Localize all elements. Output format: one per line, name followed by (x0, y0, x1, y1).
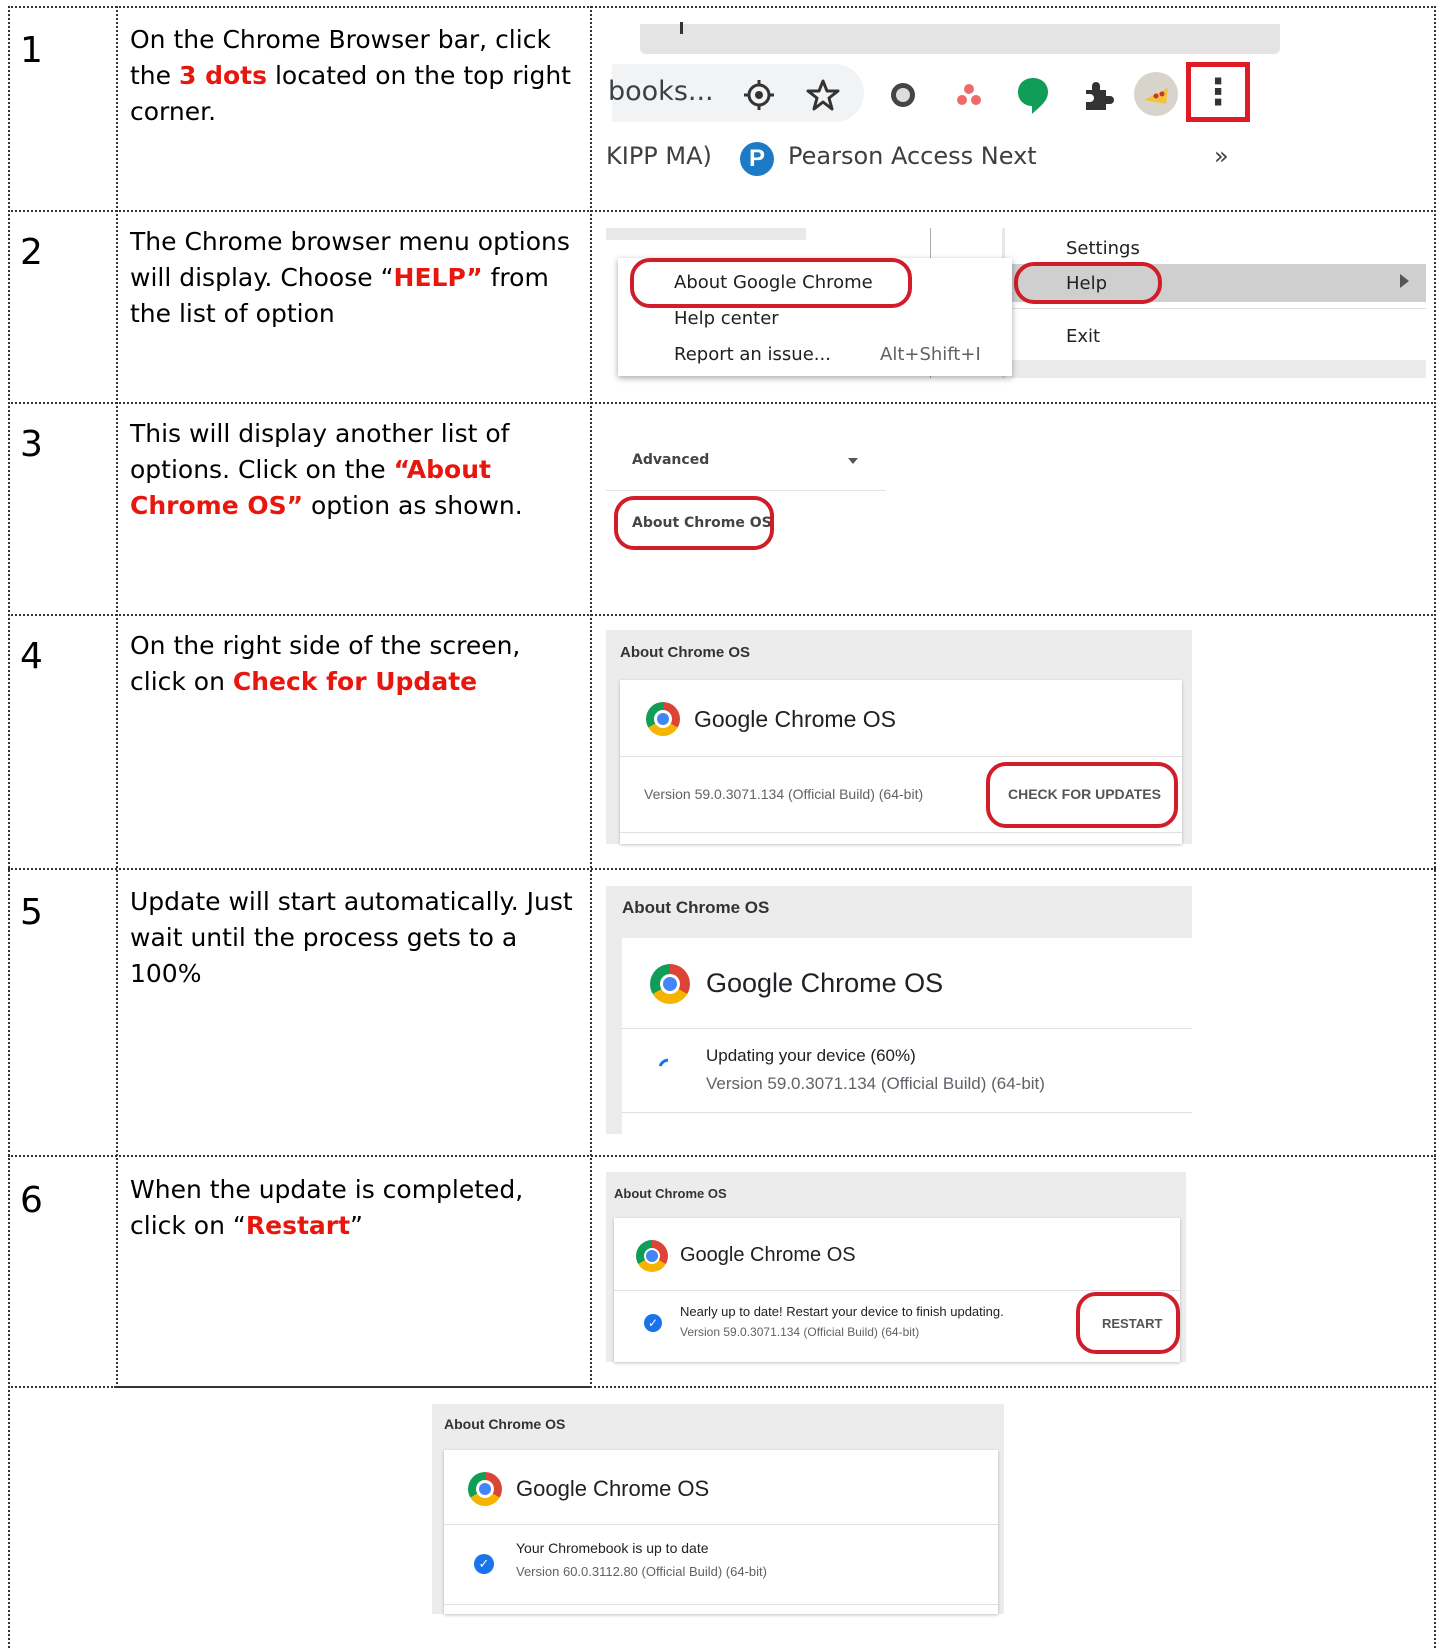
step-number: 2 (20, 232, 43, 273)
os-name: Google Chrome OS (516, 1476, 710, 1501)
pearson-icon: P (740, 142, 774, 176)
toolbar-edge (606, 228, 806, 240)
submenu-arrow-icon (1400, 274, 1409, 288)
menu-dots-icon[interactable]: ⋮ (1196, 70, 1240, 114)
highlight-check-for-updates (986, 762, 1178, 828)
step-instruction: Update will start automatically. Just wa… (130, 887, 573, 988)
sidebar-separator (606, 490, 886, 491)
column-divider (116, 6, 118, 1388)
card-separator (622, 1112, 1192, 1113)
step-number: 1 (20, 30, 43, 71)
chrome-logo-icon (646, 702, 680, 736)
extension-circle-icon[interactable] (888, 80, 918, 110)
os-name: Google Chrome OS (680, 1244, 856, 1266)
step-number: 3 (20, 424, 43, 465)
row-divider (8, 1386, 116, 1388)
step-number: 5 (20, 892, 43, 933)
card-separator (444, 1604, 998, 1605)
card-separator (444, 1524, 998, 1525)
os-name: Google Chrome OS (706, 968, 944, 998)
chrome-logo-icon (636, 1240, 668, 1272)
bookmark-kipp[interactable]: KIPP MA) (606, 142, 712, 170)
row-divider (590, 1386, 1436, 1388)
step-instruction: On the Chrome Browser bar, click the 3 d… (130, 25, 571, 126)
dropdown-arrow-icon (848, 458, 858, 464)
submenu-help-center[interactable]: Help center (674, 308, 779, 329)
instruction-document: 1 On the Chrome Browser bar, click the 3… (0, 0, 1452, 1648)
card-separator (622, 1028, 1192, 1029)
bookmark-star-icon[interactable] (806, 78, 840, 112)
check-icon: ✓ (474, 1554, 494, 1574)
about-card (444, 1450, 998, 1614)
step-number: 4 (20, 636, 43, 677)
chrome-logo-icon (468, 1472, 502, 1506)
version-text: Version 59.0.3071.134 (Official Build) (… (706, 1074, 1045, 1093)
row-divider (8, 614, 1436, 616)
step-instruction: On the right side of the screen, click o… (130, 631, 521, 696)
shortcut-label: Alt+Shift+I (880, 344, 981, 365)
submenu-report-issue[interactable]: Report an issue... (674, 344, 831, 365)
about-panel-title: About Chrome OS (444, 1416, 566, 1432)
row-divider (8, 402, 1436, 404)
asana-icon[interactable] (954, 80, 984, 110)
highlight-restart (1076, 1292, 1180, 1354)
step-instruction: The Chrome browser menu options will dis… (130, 227, 570, 328)
updating-spinner-icon (658, 1058, 669, 1067)
address-text: books... (608, 76, 714, 107)
about-panel-title: About Chrome OS (622, 898, 770, 917)
chrome-logo-icon (650, 964, 690, 1004)
highlight-help (1014, 262, 1162, 304)
bookmark-pearson[interactable]: Pearson Access Next (788, 142, 1037, 170)
row-divider (8, 1155, 1436, 1157)
card-separator (620, 756, 1182, 757)
about-panel-title: About Chrome OS (614, 1186, 727, 1201)
more-bookmarks-icon[interactable]: » (1214, 142, 1229, 170)
version-text: Version 59.0.3071.134 (Official Build) (… (644, 786, 924, 802)
os-name: Google Chrome OS (694, 706, 896, 732)
highlight-about-google-chrome (630, 258, 912, 308)
check-icon: ✓ (644, 1314, 662, 1332)
highlight-about-chrome-os (614, 496, 774, 550)
address-bar-cursor (680, 22, 683, 34)
update-status: Updating your device (60%) (706, 1046, 916, 1065)
step-instruction: When the update is completed, click on “… (130, 1175, 524, 1240)
menu-bottom (1010, 360, 1426, 378)
table-border-right (1434, 6, 1436, 1648)
row-divider (8, 868, 1436, 870)
menu-item-settings[interactable]: Settings (1066, 238, 1140, 259)
advanced-section[interactable]: Advanced (632, 452, 709, 468)
table-border-left (8, 6, 10, 1648)
menu-separator (1010, 308, 1426, 309)
step-number: 6 (20, 1180, 43, 1221)
version-text: Version 59.0.3071.134 (Official Build) (… (680, 1325, 920, 1339)
column-divider (590, 6, 592, 1388)
card-separator (620, 832, 1182, 833)
table-border-top (8, 6, 1436, 8)
row-divider (116, 1386, 590, 1388)
version-text: Version 60.0.3112.80 (Official Build) (6… (516, 1564, 767, 1579)
extensions-puzzle-icon[interactable] (1080, 78, 1114, 112)
row-divider (8, 210, 1436, 212)
hangouts-icon[interactable] (1016, 76, 1050, 116)
update-status: Nearly up to date! Restart your device t… (680, 1304, 1004, 1319)
menu-item-exit[interactable]: Exit (1066, 326, 1100, 347)
location-icon[interactable] (742, 78, 776, 112)
about-panel-title: About Chrome OS (620, 644, 750, 661)
step-instruction: This will display another list of option… (130, 419, 523, 520)
address-bar-edge (640, 24, 1280, 54)
card-separator (614, 1290, 1180, 1291)
update-status: Your Chromebook is up to date (516, 1540, 709, 1556)
profile-avatar-icon[interactable] (1132, 70, 1180, 118)
